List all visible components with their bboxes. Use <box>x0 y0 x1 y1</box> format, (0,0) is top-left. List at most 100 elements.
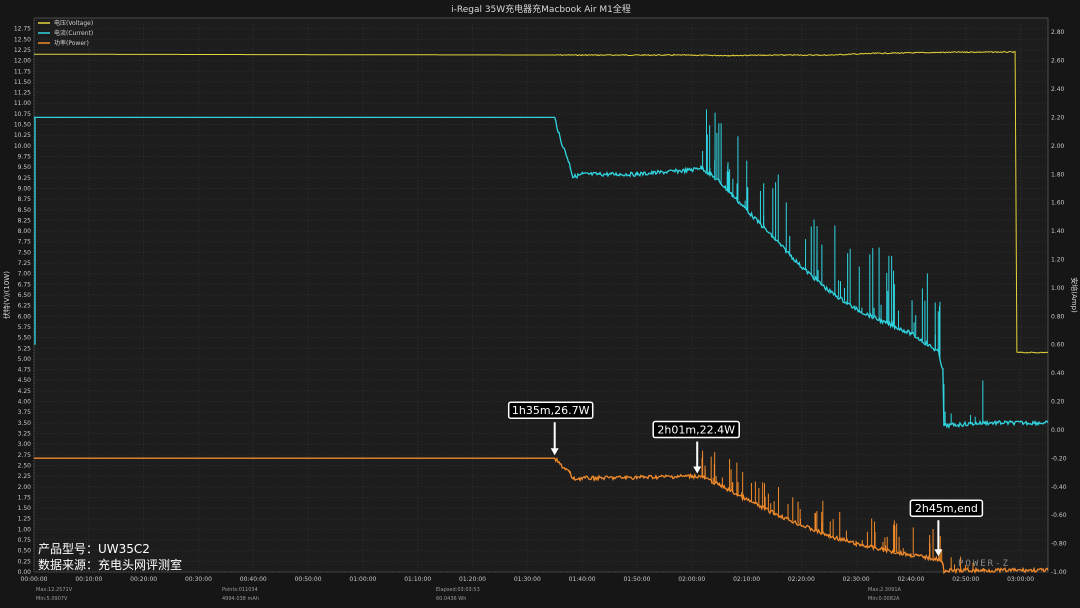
left-tick-label: 3.75 <box>18 409 32 416</box>
left-axis-label: 伏特(V)/(10W) <box>2 271 11 319</box>
left-tick-label: 12.75 <box>14 26 31 33</box>
left-tick-label: 7.00 <box>18 271 32 278</box>
left-tick-label: 6.25 <box>18 303 32 310</box>
x-tick-label: 02:00:00 <box>678 576 705 583</box>
x-tick-label: 00:20:00 <box>130 576 157 583</box>
right-tick-label: 0.80 <box>1051 313 1065 320</box>
left-tick-label: 6.50 <box>18 292 32 299</box>
left-tick-label: 12.00 <box>14 58 31 65</box>
right-tick-label: 2.60 <box>1051 58 1065 65</box>
legend-label: 功率(Power) <box>54 39 89 47</box>
annotation-label: 1h35m,26.7W <box>512 404 590 417</box>
left-tick-label: 4.75 <box>18 367 32 374</box>
left-tick-label: 0.50 <box>18 548 32 555</box>
stat-capacity: 4994.038 mAh <box>222 596 259 602</box>
left-tick-label: 5.25 <box>18 345 32 352</box>
right-tick-label: 1.60 <box>1051 200 1065 207</box>
x-tick-label: 00:40:00 <box>240 576 267 583</box>
right-tick-label: 2.80 <box>1051 29 1065 36</box>
right-tick-label: 1.20 <box>1051 256 1065 263</box>
left-tick-label: 8.25 <box>18 217 32 224</box>
right-tick-label: 0.20 <box>1051 399 1065 406</box>
x-tick-label: 02:10:00 <box>733 576 760 583</box>
left-tick-label: 0.25 <box>18 558 32 565</box>
stat-points: Points:011034 <box>222 587 258 593</box>
left-tick-label: 7.75 <box>18 239 32 246</box>
watermark: POWER-Z <box>958 559 1010 569</box>
right-tick-label: -1.00 <box>1051 569 1067 576</box>
right-tick-label: 1.00 <box>1051 285 1065 292</box>
left-tick-label: 11.75 <box>14 68 31 75</box>
left-tick-label: 4.50 <box>18 377 32 384</box>
x-tick-label: 01:10:00 <box>404 576 431 583</box>
left-tick-label: 11.25 <box>14 90 31 97</box>
left-tick-label: 10.75 <box>14 111 31 118</box>
annotation-label: 2h45m,end <box>915 502 978 515</box>
stat-min-current: Min:0.0082A <box>868 596 900 602</box>
right-tick-label: -0.40 <box>1051 484 1067 491</box>
left-tick-label: 2.00 <box>18 484 32 491</box>
x-tick-label: 01:40:00 <box>569 576 596 583</box>
stat-elapsed: Elapsed:03:03:53 <box>436 587 480 593</box>
right-tick-label: 2.00 <box>1051 143 1065 150</box>
right-tick-label: 0.40 <box>1051 370 1065 377</box>
left-tick-label: 7.50 <box>18 249 32 256</box>
left-tick-label: 8.00 <box>18 228 32 235</box>
x-tick-label: 02:40:00 <box>897 576 924 583</box>
left-tick-label: 9.50 <box>18 164 32 171</box>
stat-energy: 60.0436 Wh <box>436 596 467 602</box>
legend-label: 电压(Voltage) <box>54 19 93 27</box>
left-tick-label: 0.00 <box>18 569 32 576</box>
left-tick-label: 10.50 <box>14 122 31 129</box>
x-tick-label: 00:00:00 <box>21 576 48 583</box>
left-tick-label: 5.75 <box>18 324 32 331</box>
x-tick-label: 00:10:00 <box>75 576 102 583</box>
x-tick-label: 01:50:00 <box>623 576 650 583</box>
left-tick-label: 6.75 <box>18 281 32 288</box>
left-tick-label: 7.25 <box>18 260 32 267</box>
left-tick-label: 12.25 <box>14 47 31 54</box>
legend-label: 电流(Current) <box>54 29 93 37</box>
right-tick-label: 2.40 <box>1051 86 1065 93</box>
x-tick-label: 02:50:00 <box>952 576 979 583</box>
right-tick-label: 2.20 <box>1051 114 1065 121</box>
left-tick-label: 1.75 <box>18 494 32 501</box>
stat-min-voltage: Min:5.0907V <box>36 596 68 602</box>
left-tick-label: 2.25 <box>18 473 32 480</box>
right-tick-label: 0.00 <box>1051 427 1065 434</box>
right-axis-label: 安培(Amp) <box>1070 277 1079 313</box>
stat-max-voltage: Max:12.2571V <box>36 587 73 593</box>
right-tick-label: -0.60 <box>1051 512 1067 519</box>
left-tick-label: 10.00 <box>14 143 31 150</box>
left-tick-label: 2.50 <box>18 462 32 469</box>
right-tick-label: 0.60 <box>1051 342 1065 349</box>
x-tick-label: 00:30:00 <box>185 576 212 583</box>
left-tick-label: 3.25 <box>18 431 32 438</box>
left-tick-label: 3.50 <box>18 420 32 427</box>
product-model-label: 产品型号：UW35C2 <box>38 542 150 556</box>
left-tick-label: 4.25 <box>18 388 32 395</box>
left-tick-label: 9.25 <box>18 175 32 182</box>
left-tick-label: 4.00 <box>18 399 32 406</box>
x-tick-label: 00:50:00 <box>295 576 322 583</box>
chart: 0.00 0.25 0.50 0.75 1.00 1.25 1.50 1.75 2.00 2.25… <box>2 3 1079 583</box>
left-tick-label: 6.00 <box>18 313 32 320</box>
stat-max-current: Max:2.3091A <box>868 587 901 593</box>
left-tick-label: 8.50 <box>18 207 32 214</box>
left-tick-label: 1.00 <box>18 526 32 533</box>
left-tick-label: 9.00 <box>18 185 32 192</box>
left-tick-label: 1.25 <box>18 516 32 523</box>
left-tick-label: 5.00 <box>18 356 32 363</box>
x-tick-label: 02:20:00 <box>788 576 815 583</box>
x-tick-label: 01:00:00 <box>349 576 376 583</box>
left-tick-label: 10.25 <box>14 132 31 139</box>
left-tick-label: 2.75 <box>18 452 32 459</box>
left-tick-label: 11.00 <box>14 100 31 107</box>
left-tick-label: 3.00 <box>18 441 32 448</box>
x-tick-label: 01:20:00 <box>459 576 486 583</box>
right-tick-label: -0.80 <box>1051 541 1067 548</box>
right-tick-label: 1.40 <box>1051 228 1065 235</box>
right-tick-label: -0.20 <box>1051 455 1067 462</box>
left-tick-label: 8.75 <box>18 196 32 203</box>
data-source-label: 数据来源：充电头网评测室 <box>38 558 183 572</box>
